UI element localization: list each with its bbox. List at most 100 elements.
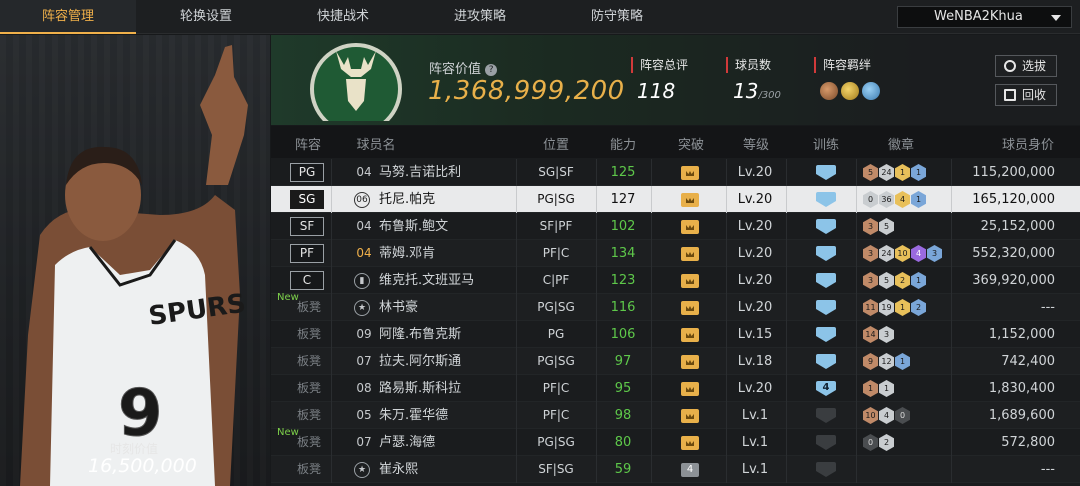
bond-icon-gold[interactable]: [841, 82, 859, 100]
training-shield-icon[interactable]: [816, 165, 836, 180]
player-name[interactable]: 路易斯.斯科拉: [379, 375, 461, 402]
training-shield-icon[interactable]: [816, 462, 836, 477]
player-salary: ---: [1040, 462, 1055, 477]
tab-rotation[interactable]: 轮换设置: [136, 0, 276, 34]
player-salary: 369,920,000: [972, 273, 1055, 288]
player-name[interactable]: 卢瑟.海德: [379, 429, 435, 456]
player-name[interactable]: 托尼.帕克: [379, 186, 435, 213]
crown-icon[interactable]: [681, 328, 699, 342]
player-ability: 80: [614, 435, 632, 450]
account-dropdown[interactable]: WeNBA2Khua: [897, 6, 1072, 28]
table-row[interactable]: 板凳 08 路易斯.斯科拉 PF|C 95 Lv.20 4 1 1 1,830,400: [271, 375, 1080, 402]
crown-icon[interactable]: [681, 409, 699, 423]
column-divider: [856, 186, 857, 213]
bond-icons: [820, 82, 880, 100]
bond-icon-brown[interactable]: [820, 82, 838, 100]
table-row[interactable]: 板凳 New ★ 林书豪 PG|SG 116 Lv.20 11 19 1 2 ---: [271, 292, 1080, 321]
player-name[interactable]: 朱万.霍华德: [379, 402, 448, 429]
training-shield-icon[interactable]: [816, 219, 836, 234]
player-name[interactable]: 阿隆.布鲁克斯: [379, 321, 461, 348]
lineup-slot[interactable]: SG: [290, 190, 324, 209]
crown-icon[interactable]: [681, 382, 699, 396]
badge-list[interactable]: 9 12 1: [863, 353, 910, 370]
badge-list[interactable]: 11: [863, 380, 894, 397]
column-divider: [651, 159, 652, 186]
table-row[interactable]: SG 06 托尼.帕克 PG|SG 127 Lv.20 0 36 4 1 165,120,000: [271, 186, 1080, 213]
table-row[interactable]: 板凳 09 阿隆.布鲁克斯 PG 106 Lv.15 14 3 1,152,000: [271, 321, 1080, 348]
player-name[interactable]: 崔永熙: [379, 456, 418, 483]
crown-icon[interactable]: [681, 247, 699, 261]
table-row[interactable]: 板凳 New 07 卢瑟.海德 PG|SG 80 Lv.1 0 2 572,800: [271, 427, 1080, 456]
column-divider: [951, 186, 952, 213]
crown-icon[interactable]: [681, 274, 699, 288]
column-divider: [596, 348, 597, 375]
tab-defense[interactable]: 防守策略: [550, 0, 684, 34]
table-row[interactable]: 板凳 ★ 崔永熙 SF|SG 59 4 Lv.1 ---: [271, 456, 1080, 483]
tab-quick-tactics[interactable]: 快捷战术: [276, 0, 410, 34]
lineup-slot[interactable]: C: [290, 271, 324, 290]
lineup-slot[interactable]: PG: [290, 163, 324, 182]
tab-offense[interactable]: 进攻策略: [410, 0, 550, 34]
player-name[interactable]: 维克托.文班亚马: [379, 267, 474, 294]
moment-value: 16,500,000: [88, 455, 197, 477]
badge-list[interactable]: 5 24 1 1: [863, 164, 926, 181]
table-row[interactable]: PF 04 蒂姆.邓肯 PF|C 134 Lv.20 3 24 10 4 3 552,320,000: [271, 240, 1080, 267]
lineup-screen: { "nav": { "tabs": ["阵容管理", "轮换设置", "快捷战…: [0, 0, 1080, 486]
column-divider: [951, 375, 952, 402]
select-button[interactable]: 选拔: [995, 55, 1057, 77]
training-shield-icon[interactable]: [816, 273, 836, 288]
training-shield-icon[interactable]: [816, 408, 836, 423]
training-shield-icon[interactable]: [816, 354, 836, 369]
player-ability: 127: [610, 192, 636, 207]
crown-icon[interactable]: [681, 301, 699, 315]
chevron-down-icon: [1051, 15, 1061, 21]
table-row[interactable]: C ▮ 维克托.文班亚马 C|PF 123 Lv.20 3 5 2 1 369,920,000: [271, 267, 1080, 294]
table-row[interactable]: 板凳 05 朱万.霍华德 PF|C 98 Lv.1 10 4 0 1,689,600: [271, 402, 1080, 429]
training-shield-icon[interactable]: [816, 192, 836, 207]
column-divider: [331, 294, 332, 321]
badge-list[interactable]: 3521: [863, 272, 926, 289]
overall-label: 阵容总评: [631, 57, 688, 73]
player-name[interactable]: 马努.吉诺比利: [379, 159, 461, 186]
training-level[interactable]: 4: [816, 381, 836, 396]
training-shield-icon[interactable]: [816, 435, 836, 450]
badge-list[interactable]: 35: [863, 218, 894, 235]
crown-icon[interactable]: [681, 193, 699, 207]
lineup-slot[interactable]: PF: [290, 244, 324, 263]
help-icon[interactable]: ?: [485, 63, 498, 76]
column-divider: [331, 348, 332, 375]
badge-list[interactable]: 02: [863, 434, 894, 451]
training-shield-icon[interactable]: [816, 327, 836, 342]
crown-icon[interactable]: [681, 220, 699, 234]
bond-icon-blue[interactable]: [862, 82, 880, 100]
recycle-button[interactable]: 回收: [995, 84, 1057, 106]
player-position: PF|C: [542, 408, 570, 422]
breakthrough-count[interactable]: 4: [681, 463, 699, 477]
tab-lineup[interactable]: 阵容管理: [0, 0, 136, 34]
player-name[interactable]: 林书豪: [379, 294, 418, 321]
column-divider: [596, 240, 597, 267]
badge-list[interactable]: 11 19 1 2: [863, 299, 926, 316]
jersey-number: 09: [356, 327, 372, 341]
lineup-slot[interactable]: SF: [290, 217, 324, 236]
crown-icon[interactable]: [681, 355, 699, 369]
column-divider: [786, 240, 787, 267]
table-row[interactable]: SF 04 布鲁斯.鲍文 SF|PF 102 Lv.20 3 5 25,152,000: [271, 213, 1080, 240]
jersey-number: 06: [354, 192, 370, 208]
player-name[interactable]: 蒂姆.邓肯: [379, 240, 435, 267]
table-row[interactable]: PG 04 马努.吉诺比利 SG|SF 125 Lv.20 5 24 1 1 115,200,000: [271, 159, 1080, 186]
col-lineup: 阵容: [294, 138, 321, 153]
crown-icon[interactable]: [681, 436, 699, 450]
bench-label: 板凳: [297, 354, 322, 368]
crown-icon[interactable]: [681, 166, 699, 180]
badge-list[interactable]: 3 24 10 4 3: [863, 245, 942, 262]
badge-list[interactable]: 14 3: [863, 326, 894, 343]
badge-list[interactable]: 10 4 0: [863, 407, 910, 424]
player-level: Lv.15: [737, 327, 773, 342]
player-name[interactable]: 布鲁斯.鲍文: [379, 213, 448, 240]
training-shield-icon[interactable]: [816, 246, 836, 261]
table-row[interactable]: 板凳 07 拉夫.阿尔斯通 PG|SG 97 Lv.18 9 12 1 742,400: [271, 348, 1080, 375]
badge-list[interactable]: 0 36 4 1: [863, 191, 926, 208]
training-shield-icon[interactable]: [816, 300, 836, 315]
player-name[interactable]: 拉夫.阿尔斯通: [379, 348, 461, 375]
